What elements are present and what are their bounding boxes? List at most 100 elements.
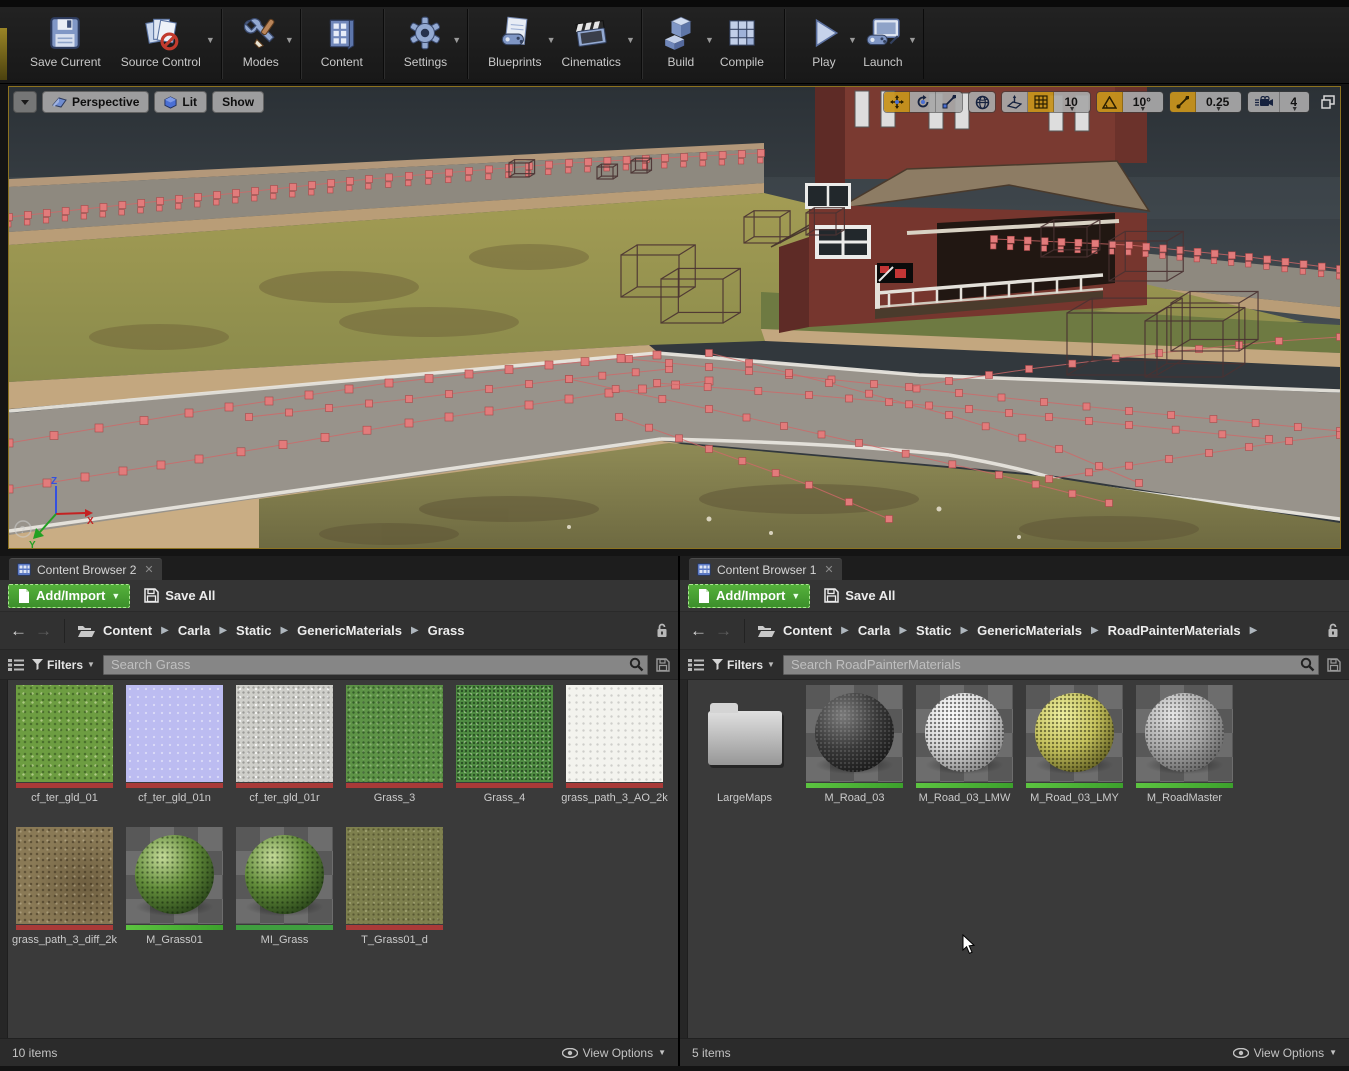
close-tab-icon[interactable]: ✕ bbox=[144, 563, 153, 576]
breadcrumb-item[interactable]: GenericMaterials bbox=[297, 623, 402, 638]
lock-icon[interactable] bbox=[1327, 623, 1339, 638]
asset-tile[interactable]: cf_ter_gld_01n bbox=[126, 685, 223, 819]
launch-button[interactable]: Launch ▼ bbox=[853, 9, 913, 79]
perspective-icon bbox=[52, 96, 67, 108]
search-input[interactable] bbox=[103, 655, 648, 675]
breadcrumb-item[interactable]: Static bbox=[236, 623, 271, 638]
world-space-button[interactable] bbox=[969, 92, 995, 112]
asset-tile[interactable]: M_Grass01 bbox=[126, 827, 223, 961]
asset-name: Grass_4 bbox=[449, 792, 561, 805]
save-all-button[interactable]: Save All bbox=[144, 588, 215, 603]
perspective-button[interactable]: Perspective bbox=[42, 91, 149, 113]
back-button[interactable]: ← bbox=[690, 622, 707, 639]
perspective-label: Perspective bbox=[72, 95, 139, 109]
build-button[interactable]: Build ▼ bbox=[652, 9, 710, 79]
breadcrumb-item[interactable]: Grass bbox=[428, 623, 465, 638]
asset-tile[interactable]: Grass_3 bbox=[346, 685, 443, 819]
lit-button[interactable]: Lit bbox=[154, 91, 207, 113]
compile-button[interactable]: Compile bbox=[710, 9, 774, 79]
show-button[interactable]: Show bbox=[212, 91, 264, 113]
filters-button[interactable]: Filters ▼ bbox=[32, 658, 95, 672]
asset-name: M_RoadMaster bbox=[1129, 792, 1241, 805]
cinematics-button[interactable]: Cinematics ▼ bbox=[552, 9, 631, 79]
tab-strip: Content Browser 1 ✕ bbox=[680, 556, 1349, 580]
breadcrumb-item[interactable]: Carla bbox=[178, 623, 211, 638]
content-button[interactable]: Content bbox=[311, 9, 373, 79]
camera-speed-value[interactable]: 4▼ bbox=[1280, 92, 1309, 112]
scale-snap-value[interactable]: 0.25▼ bbox=[1196, 92, 1241, 112]
asset-tile[interactable]: cf_ter_gld_01 bbox=[16, 685, 113, 819]
asset-type-bar bbox=[1026, 783, 1123, 788]
breadcrumb-item[interactable]: Carla bbox=[858, 623, 891, 638]
filters-button[interactable]: Filters ▼ bbox=[712, 658, 775, 672]
breadcrumb-item[interactable]: Content bbox=[103, 623, 152, 638]
rotate-tool-button[interactable] bbox=[910, 92, 936, 112]
chevron-down-icon[interactable]: ▼ bbox=[626, 35, 635, 45]
save-all-button[interactable]: Save All bbox=[824, 588, 895, 603]
lock-icon[interactable] bbox=[656, 623, 668, 638]
sources-panel-toggle-icon[interactable] bbox=[8, 658, 24, 672]
play-button[interactable]: Play ▼ bbox=[795, 9, 853, 79]
source-control-button[interactable]: Source Control ▼ bbox=[111, 9, 211, 79]
asset-tile[interactable]: LargeMaps bbox=[696, 685, 793, 819]
move-tool-button[interactable] bbox=[884, 92, 910, 112]
billboard-sprite[interactable] bbox=[877, 263, 913, 283]
asset-tile[interactable]: grass_path_3_AO_2k bbox=[566, 685, 663, 819]
blueprints-button[interactable]: Blueprints ▼ bbox=[478, 9, 551, 79]
rotation-snap-toggle[interactable] bbox=[1097, 92, 1123, 112]
asset-tile[interactable]: grass_path_3_diff_2k bbox=[16, 827, 113, 961]
search-box bbox=[103, 655, 648, 675]
chevron-down-icon[interactable]: ▼ bbox=[206, 35, 215, 45]
grid-snap-toggle[interactable] bbox=[1028, 92, 1054, 112]
breadcrumb-item[interactable]: Static bbox=[916, 623, 951, 638]
search-input[interactable] bbox=[783, 655, 1319, 675]
view-options-button[interactable]: View Options ▼ bbox=[562, 1046, 666, 1060]
breadcrumb-item[interactable]: GenericMaterials bbox=[977, 623, 1082, 638]
search-icon bbox=[629, 657, 644, 672]
tab-content-browser-1[interactable]: Content Browser 1 ✕ bbox=[689, 558, 842, 580]
surface-snap-button[interactable] bbox=[1002, 92, 1028, 112]
camera-speed-button[interactable] bbox=[1248, 92, 1280, 112]
rotation-snap-value[interactable]: 10°▼ bbox=[1123, 92, 1163, 112]
asset-tile[interactable]: T_Grass01_d bbox=[346, 827, 443, 961]
asset-tile[interactable]: M_Road_03_LMW bbox=[916, 685, 1013, 819]
collapsed-sources-strip[interactable] bbox=[0, 680, 8, 1038]
asset-tile[interactable]: Grass_4 bbox=[456, 685, 553, 819]
add-import-button[interactable]: Add/Import ▼ bbox=[688, 584, 810, 608]
grid-snap-value[interactable]: 10▼ bbox=[1054, 92, 1089, 112]
asset-tile[interactable]: MI_Grass bbox=[236, 827, 333, 961]
asset-thumbnail bbox=[566, 685, 663, 782]
settings-button[interactable]: Settings ▼ bbox=[394, 9, 457, 79]
modes-button[interactable]: Modes ▼ bbox=[232, 9, 290, 79]
search-icon bbox=[1300, 657, 1315, 672]
asset-tile[interactable]: M_Road_03_LMY bbox=[1026, 685, 1123, 819]
chevron-down-icon[interactable]: ▼ bbox=[908, 35, 917, 45]
forward-button[interactable]: → bbox=[35, 622, 52, 639]
breadcrumb-item[interactable]: Content bbox=[783, 623, 832, 638]
asset-tile[interactable]: cf_ter_gld_01r bbox=[236, 685, 333, 819]
breadcrumb-item[interactable]: RoadPainterMaterials bbox=[1108, 623, 1241, 638]
save-search-icon[interactable] bbox=[656, 658, 670, 672]
chevron-down-icon: ▼ bbox=[87, 660, 95, 669]
sources-panel-toggle-icon[interactable] bbox=[688, 658, 704, 672]
level-viewport[interactable]: Z X Y ? Perspective Lit bbox=[8, 86, 1341, 549]
asset-tile[interactable]: M_Road_03 bbox=[806, 685, 903, 819]
scale-tool-button[interactable] bbox=[936, 92, 962, 112]
asset-thumbnail bbox=[126, 827, 223, 924]
save-current-button[interactable]: Save Current bbox=[20, 9, 111, 79]
tab-content-browser-2[interactable]: Content Browser 2 ✕ bbox=[9, 558, 162, 580]
chevron-down-icon[interactable]: ▼ bbox=[452, 35, 461, 45]
add-import-button[interactable]: Add/Import ▼ bbox=[8, 584, 130, 608]
asset-tile[interactable]: M_RoadMaster bbox=[1136, 685, 1233, 819]
new-asset-icon bbox=[18, 589, 30, 603]
view-options-button[interactable]: View Options ▼ bbox=[1233, 1046, 1337, 1060]
scale-snap-toggle[interactable] bbox=[1170, 92, 1196, 112]
viewport-options-button[interactable] bbox=[13, 91, 37, 113]
close-tab-icon[interactable]: ✕ bbox=[824, 563, 833, 576]
maximize-viewport-button[interactable] bbox=[1320, 94, 1336, 110]
back-button[interactable]: ← bbox=[10, 622, 27, 639]
chevron-down-icon[interactable]: ▼ bbox=[285, 35, 294, 45]
forward-button[interactable]: → bbox=[715, 622, 732, 639]
collapsed-sources-strip[interactable] bbox=[680, 680, 688, 1038]
save-search-icon[interactable] bbox=[1327, 658, 1341, 672]
